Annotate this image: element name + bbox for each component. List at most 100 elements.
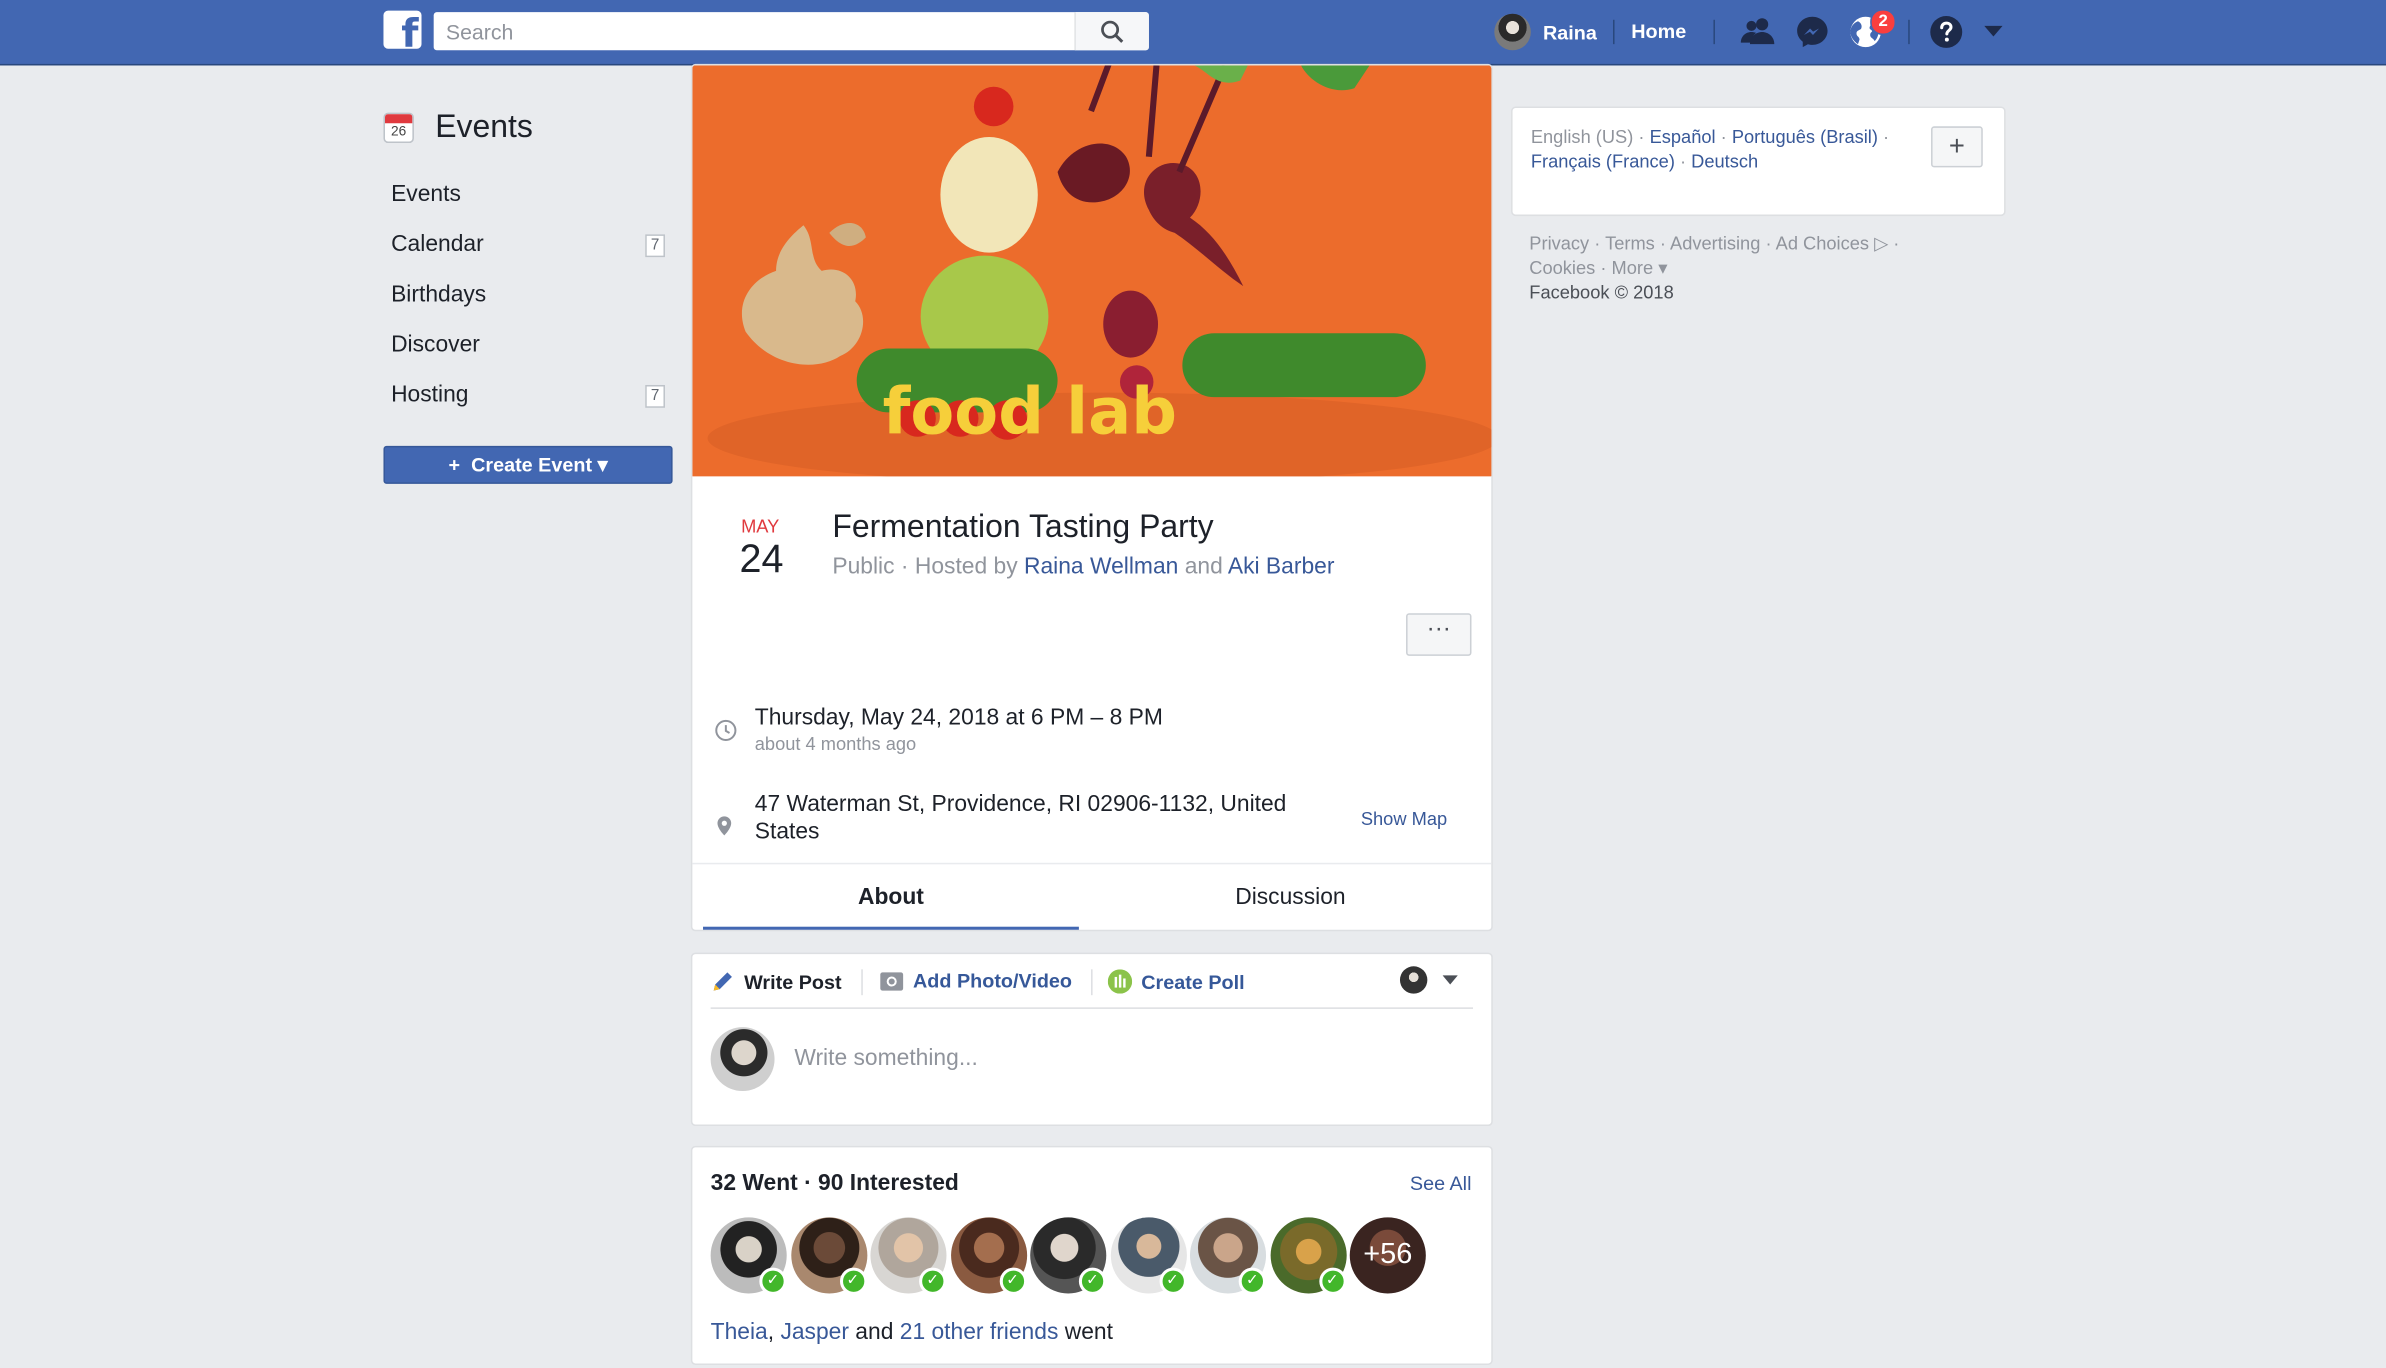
home-link[interactable]: Home xyxy=(1631,20,1686,43)
facebook-logo-icon[interactable]: f xyxy=(383,10,422,49)
count-badge: 7 xyxy=(645,384,665,408)
footer-link[interactable]: Cookies xyxy=(1529,257,1595,278)
sidebar-item-events[interactable]: Events xyxy=(383,169,672,219)
poll-icon xyxy=(1107,969,1133,994)
check-icon: ✓ xyxy=(1078,1267,1107,1295)
tab-discussion[interactable]: Discussion xyxy=(1091,864,1490,929)
current-language: English (US) xyxy=(1530,126,1634,148)
help-icon[interactable] xyxy=(1928,14,1965,51)
check-icon: ✓ xyxy=(1158,1267,1187,1295)
caret-down-icon[interactable] xyxy=(1442,974,1458,986)
divider xyxy=(1908,19,1910,45)
add-language-button[interactable]: + xyxy=(1931,126,1983,168)
guest-summary[interactable]: 32 Went · 90 Interested xyxy=(711,1170,959,1196)
divider xyxy=(1091,969,1093,996)
caret-down-icon[interactable] xyxy=(1978,18,2008,45)
check-icon: ✓ xyxy=(759,1267,787,1295)
check-icon: ✓ xyxy=(1318,1267,1346,1295)
search-button[interactable] xyxy=(1074,12,1149,51)
event-title: Fermentation Tasting Party xyxy=(832,509,1214,545)
more-guests-count: +56 xyxy=(1363,1238,1413,1271)
add-photo-video-label: Add Photo/Video xyxy=(913,969,1073,993)
search-input[interactable] xyxy=(433,12,1073,51)
language-link[interactable]: Español xyxy=(1650,126,1716,147)
friends-icon[interactable] xyxy=(1739,14,1776,51)
event-cover-photo[interactable]: food lab xyxy=(692,65,1492,477)
page-title: Events xyxy=(435,109,533,145)
language-link[interactable]: Deutsch xyxy=(1691,151,1758,172)
footer-link[interactable]: Advertising xyxy=(1670,233,1760,254)
host-link[interactable]: Aki Barber xyxy=(1228,554,1335,580)
count-badge: 7 xyxy=(645,234,665,258)
top-navigation-bar: f Raina Home 2 xyxy=(0,0,2386,66)
guest-avatar[interactable]: ✓ xyxy=(870,1217,947,1295)
guest-avatar[interactable]: ✓ xyxy=(710,1217,787,1295)
copyright: Facebook © 2018 xyxy=(1529,281,1674,303)
event-tabs: About Discussion xyxy=(692,862,1492,930)
footer-link[interactable]: Terms xyxy=(1605,233,1655,254)
event-card: food lab MAY 24 Fermentation Tasting Par… xyxy=(690,63,1493,932)
profile-link[interactable]: Raina xyxy=(1494,12,1597,52)
event-datetime[interactable]: Thursday, May 24, 2018 at 6 PM – 8 PM xyxy=(755,705,1163,732)
avatar xyxy=(710,1027,775,1092)
show-map-link[interactable]: Show Map xyxy=(1361,808,1447,829)
host-link[interactable]: Raina Wellman xyxy=(1024,554,1178,580)
more-guests-avatar[interactable]: +56 xyxy=(1349,1217,1426,1294)
caret-down-icon: ▾ xyxy=(1658,257,1668,279)
guest-avatar[interactable]: ✓ xyxy=(1110,1217,1187,1295)
plus-icon: + xyxy=(448,453,461,477)
hosted-by-text: Hosted by xyxy=(914,553,1018,580)
language-selector: English (US) · Español · Português (Bras… xyxy=(1511,106,2006,217)
tab-about[interactable]: About xyxy=(703,864,1079,929)
guest-avatar[interactable]: ✓ xyxy=(1269,1217,1346,1295)
friend-link[interactable]: Jasper xyxy=(780,1319,849,1345)
guest-avatar[interactable]: ✓ xyxy=(1030,1217,1107,1295)
sidebar-item-hosting[interactable]: Hosting 7 xyxy=(383,370,672,420)
event-relative-time: about 4 months ago xyxy=(754,733,917,755)
write-post-label: Write Post xyxy=(744,970,842,993)
guest-avatar[interactable]: ✓ xyxy=(1189,1217,1267,1295)
sidebar-item-birthdays[interactable]: Birthdays xyxy=(383,269,672,319)
check-icon: ✓ xyxy=(998,1267,1027,1295)
divider xyxy=(1613,19,1615,45)
sidebar-item-discover[interactable]: Discover xyxy=(383,320,672,370)
sidebar-item-calendar[interactable]: Calendar 7 xyxy=(383,219,672,269)
more-options-button[interactable]: ··· xyxy=(1406,613,1472,656)
language-list: English (US) · Español · Português (Bras… xyxy=(1530,126,1890,172)
add-photo-video-tab[interactable]: Add Photo/Video xyxy=(880,969,1072,992)
event-subtitle: Public · Hosted by Raina Wellman and Aki… xyxy=(832,553,1335,580)
pencil-icon xyxy=(713,972,732,991)
write-post-tab[interactable]: Write Post xyxy=(711,969,842,993)
friends-went-text: Theia, Jasper and 21 other friends went xyxy=(710,1319,1113,1346)
other-friends-link[interactable]: 21 other friends xyxy=(900,1319,1059,1345)
event-address[interactable]: 47 Waterman St, Providence, RI 02906-113… xyxy=(755,791,1333,846)
guest-avatar[interactable]: ✓ xyxy=(790,1217,867,1295)
friend-link[interactable]: Theia xyxy=(711,1319,768,1345)
privacy-label: Public xyxy=(832,553,895,580)
event-month: MAY xyxy=(741,515,780,538)
composer-tabs: Write Post Add Photo/Video Create Poll xyxy=(710,954,1474,1009)
create-event-button[interactable]: + Create Event ▾ xyxy=(383,445,673,484)
guest-avatar[interactable]: ✓ xyxy=(950,1217,1027,1295)
events-sidebar: 26 Events Events Calendar 7 Birthdays Dis… xyxy=(383,107,673,484)
footer-link[interactable]: More xyxy=(1612,257,1654,278)
cover-lettering: food lab xyxy=(883,376,1177,450)
footer-link[interactable]: Ad Choices xyxy=(1776,233,1869,254)
see-all-link[interactable]: See All xyxy=(1410,1172,1472,1195)
language-link[interactable]: Français (France) xyxy=(1531,151,1675,172)
messenger-icon[interactable] xyxy=(1794,14,1831,51)
divider xyxy=(861,969,863,996)
location-pin-icon xyxy=(717,816,732,836)
language-link[interactable]: Português (Brasil) xyxy=(1732,126,1878,147)
profile-name: Raina xyxy=(1543,20,1597,44)
check-icon: ✓ xyxy=(1238,1267,1267,1295)
post-as-avatar[interactable] xyxy=(1399,966,1428,994)
write-something-input[interactable]: Write something... xyxy=(794,1045,978,1071)
footer-link[interactable]: Privacy xyxy=(1529,233,1589,254)
clock-icon xyxy=(715,719,737,741)
create-poll-tab[interactable]: Create Poll xyxy=(1107,969,1245,994)
active-tab-indicator xyxy=(703,926,1079,930)
check-icon: ✓ xyxy=(919,1267,947,1295)
and-text: and xyxy=(1184,553,1223,580)
notification-badge: 2 xyxy=(1870,9,1897,35)
